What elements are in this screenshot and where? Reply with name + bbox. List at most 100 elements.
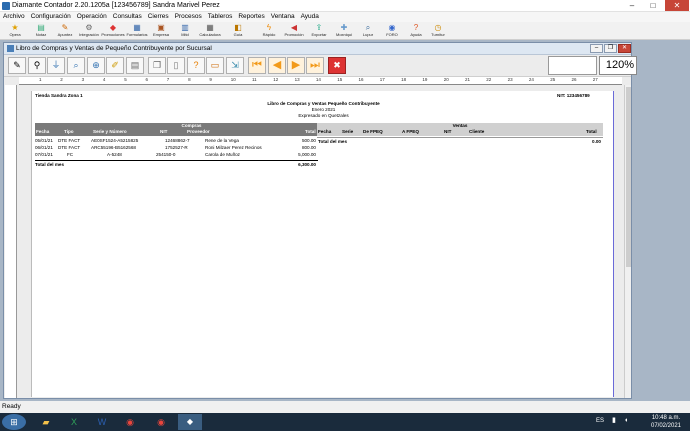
export-icon[interactable]: ⇲ <box>226 57 244 74</box>
search-text-icon[interactable]: ⌕ <box>67 57 85 74</box>
toolbar-promocion-button[interactable]: ◀ Promoción <box>281 23 307 39</box>
zoom-in-icon[interactable]: ⊕ <box>87 57 105 74</box>
zoom-field[interactable]: 120% <box>599 56 637 75</box>
row-nit: 254150-0 <box>156 152 176 157</box>
toolbar-exportar-button[interactable]: ⇪ Exportar <box>306 23 332 39</box>
previous-page-icon[interactable]: ◀ <box>268 57 286 74</box>
menu-reportes[interactable]: Reportes <box>235 12 267 22</box>
row-tipo: FC <box>67 152 74 157</box>
start-icon[interactable]: ⊞ <box>2 414 26 430</box>
network-icon[interactable]: ▮ <box>612 416 616 426</box>
toolbar-moxniqui-button[interactable]: ✚ Moxniqui <box>331 23 357 39</box>
search-icon[interactable]: ⚲ <box>28 57 46 74</box>
filter-icon[interactable]: ⏚ <box>47 57 65 74</box>
app-title: Diamante Contador 2.20.1205a [123456789]… <box>12 2 220 9</box>
megaphone-icon: ◀ <box>290 23 298 32</box>
diamante-app-icon[interactable]: ◆ <box>178 414 202 430</box>
app-title-bar: Diamante Contador 2.20.1205a [123456789]… <box>0 0 690 12</box>
toolbar-formularios-button[interactable]: ▦ Formularios <box>124 23 150 39</box>
chrome-icon[interactable]: ◉ <box>118 414 142 430</box>
minimize-button[interactable]: – <box>622 0 642 11</box>
vertical-scrollbar[interactable] <box>624 85 631 398</box>
folder-icon[interactable]: ▰ <box>34 414 58 430</box>
ruler-tick-label: 6 <box>145 77 149 82</box>
toolbar-integracion-button[interactable]: ⚙ Integración <box>76 23 102 39</box>
chrome-icon[interactable]: ◉ <box>149 414 173 430</box>
toolbar-foro-button[interactable]: ◉ FORO <box>379 23 405 39</box>
ruler-tick-label: 24 <box>528 77 534 82</box>
menu-configuracion[interactable]: Configuración <box>28 12 74 22</box>
excel-icon[interactable]: X <box>62 414 86 430</box>
toolbar-turnitur-button[interactable]: ◷ Turnitur <box>425 23 451 39</box>
toolbar-guia-button[interactable]: ◧ Guía <box>225 23 251 39</box>
toolbar-opera-button[interactable]: ★ Opera <box>2 23 28 39</box>
chart-icon: ▥ <box>181 23 189 32</box>
ventas-total-value: 0.00 <box>592 139 601 144</box>
status-bar: Ready <box>0 401 690 413</box>
row-tipo: DTE FACT <box>58 145 81 150</box>
scrollbar-thumb[interactable] <box>626 87 631 267</box>
menu-tableros[interactable]: Tableros <box>205 12 236 22</box>
row-proveedor: Roni Milzaer Perez Recinos <box>205 145 262 150</box>
toolbar-apuntez-button[interactable]: ✎ Apuntez <box>52 23 78 39</box>
taskbar: ⊞ ▰ X W ◉ ◉ ◆ ES ▮ ◖ 10:48 a.m. 07/02/20… <box>0 413 690 431</box>
menu-ventana[interactable]: Ventana <box>268 12 298 22</box>
next-page-icon[interactable]: ▶ <box>287 57 305 74</box>
edit-icon[interactable]: ✎ <box>8 57 26 74</box>
clock-time: 10:48 a.m. <box>651 415 681 421</box>
first-page-icon[interactable]: ⏮ <box>248 57 266 74</box>
last-page-icon[interactable]: ⏭ <box>306 57 324 74</box>
copy-icon[interactable]: ❐ <box>148 57 166 74</box>
toolbar-calculadora-button[interactable]: ▦ Calculadora <box>197 23 223 39</box>
child-restore-button[interactable]: ❐ <box>604 44 617 53</box>
row-serie: A-5248 <box>107 152 122 157</box>
layout-icon[interactable]: ▤ <box>126 57 144 74</box>
forum-icon: ◉ <box>388 23 396 32</box>
ventas-col-fecha: Fecha <box>318 129 332 134</box>
report-page: Tienda Sandra Zona 1 NIT: 123456789 Libr… <box>31 91 614 397</box>
table-row: 07/01/21 FC A-5248 254150-0 Carola de Mu… <box>35 152 318 159</box>
close-button[interactable]: ✕ <box>665 0 689 11</box>
toolbar-lupur-button[interactable]: ⌕ Lupur <box>355 23 381 39</box>
bolt-icon: ϟ <box>266 23 272 32</box>
toolbar-promociones-button[interactable]: ◆ Promociones <box>100 23 126 39</box>
language-indicator[interactable]: ES <box>596 417 604 425</box>
gear-icon: ⚙ <box>85 23 93 32</box>
menu-ayuda[interactable]: Ayuda <box>298 12 322 22</box>
ruler-tick-label: 27 <box>592 77 598 82</box>
child-minimize-button[interactable]: – <box>590 44 603 53</box>
clock-icon: ◷ <box>434 23 442 32</box>
ruler-tick-label: 25 <box>550 77 556 82</box>
book-icon: ◧ <box>234 23 242 32</box>
highlight-icon[interactable]: ✐ <box>106 57 124 74</box>
row-serie: ARC55196-B5162568 <box>91 145 136 150</box>
word-icon[interactable]: W <box>90 414 114 430</box>
clock[interactable]: 10:48 a.m. 07/02/2021 <box>646 414 686 430</box>
row-tipo: DTE FACT <box>58 138 81 143</box>
ventas-col-serie: Serie <box>342 129 354 134</box>
menu-cierres[interactable]: Cierres <box>145 12 172 22</box>
child-close-button[interactable]: ✕ <box>618 44 631 53</box>
row-serie: AE0SF1524-A5215825 <box>91 138 139 143</box>
toolbar-mitd-button[interactable]: ▥ Mitd <box>172 23 198 39</box>
help-icon[interactable]: ? <box>187 57 205 74</box>
page-number-field[interactable] <box>548 56 597 75</box>
row-proveedor: Carola de Muñoz <box>205 152 240 157</box>
maximize-button[interactable]: □ <box>643 0 663 11</box>
menu-procesos[interactable]: Procesos <box>172 12 205 22</box>
compras-total-value: 6,300.00 <box>298 162 316 167</box>
menu-operacion[interactable]: Operación <box>74 12 110 22</box>
menu-archivo[interactable]: Archivo <box>0 12 28 22</box>
compras-col-tipo: Tipo <box>64 129 74 134</box>
menu-consultas[interactable]: Consultas <box>110 12 145 22</box>
volume-icon[interactable]: ◖ <box>624 416 628 426</box>
print-icon[interactable]: ▭ <box>206 57 224 74</box>
report-nit: NIT: 123456789 <box>557 93 590 98</box>
report-window: Libro de Compras y Ventas de Pequeño Con… <box>3 42 637 399</box>
toolbar-rapido-button[interactable]: ϟ Rápido <box>256 23 282 39</box>
close-report-icon[interactable]: ✖ <box>328 57 346 74</box>
toolbar-notaz-button[interactable]: ▤ Notaz <box>28 23 54 39</box>
page-icon[interactable]: ▯ <box>167 57 185 74</box>
clock-date: 07/02/2021 <box>650 423 682 429</box>
toolbar-empresa-button[interactable]: ▣ Empresa <box>148 23 174 39</box>
